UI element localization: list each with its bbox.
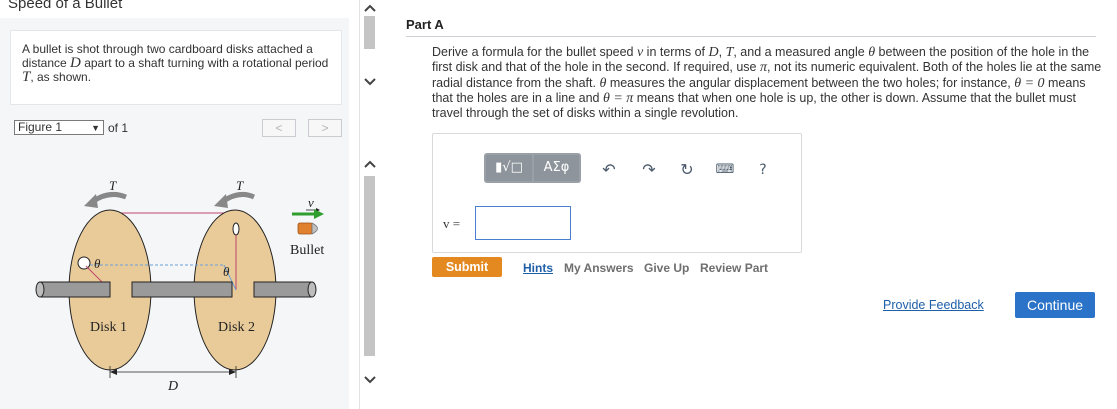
intro-box: A bullet is shot through two cardboard d…	[10, 30, 342, 105]
scroll-down-arrow-icon-2[interactable]	[363, 372, 377, 386]
scroll-thumb-top[interactable]	[364, 16, 375, 49]
title-bar: Speed of a Bullet	[0, 0, 349, 18]
intro-var-d: D	[70, 55, 81, 71]
greek-button[interactable]: ΑΣφ	[534, 155, 579, 181]
scroll-down-arrow-icon[interactable]	[363, 74, 377, 88]
scroll-up-arrow-icon-2[interactable]	[363, 158, 377, 172]
help-button[interactable]: ?	[753, 160, 773, 180]
rotation-arrowhead-right	[214, 194, 228, 208]
answer-box: ▮√□ ΑΣφ ↶ ↷ ↻ ⌨ ? v =	[432, 133, 802, 253]
templates-button[interactable]: ▮√□	[486, 155, 532, 181]
shaft-left-end	[35, 281, 45, 298]
answer-label: v =	[443, 216, 461, 231]
period-label-right: T	[236, 178, 244, 193]
submit-button[interactable]: Submit	[432, 257, 502, 277]
q-var-d: D	[708, 45, 719, 60]
hole-disk-2	[232, 222, 240, 236]
bullet-tip	[311, 222, 318, 235]
figure-prev-button[interactable]: <	[262, 119, 296, 137]
provide-feedback-link[interactable]: Provide Feedback	[883, 298, 984, 312]
intro-text-3: , as shown.	[30, 70, 92, 84]
period-label-left: T	[109, 178, 117, 193]
scrollbar[interactable]	[359, 0, 379, 409]
chevron-down-icon: ▼	[91, 123, 100, 133]
hole-disk-1	[77, 256, 91, 270]
bullet-label: Bullet	[290, 243, 324, 258]
give-up-link[interactable]: Give Up	[644, 261, 689, 275]
scroll-thumb-bottom[interactable]	[364, 176, 375, 356]
figure-count: of 1	[108, 121, 129, 135]
figure-next-button[interactable]: >	[308, 119, 342, 137]
q-text: ,	[718, 45, 726, 59]
my-answers-link[interactable]: My Answers	[564, 261, 634, 275]
keyboard-icon[interactable]: ⌨	[715, 160, 735, 180]
velocity-label: v	[308, 195, 314, 210]
theta-label-left: θ	[94, 256, 101, 271]
shaft-right	[253, 281, 313, 298]
divider	[406, 36, 1096, 37]
problem-pane: Speed of a Bullet A bullet is shot throu…	[0, 0, 349, 409]
distance-label: D	[167, 379, 178, 394]
figure-select[interactable]: Figure 1 ▼	[14, 120, 104, 135]
shaft-left	[39, 281, 111, 298]
figure-select-value: Figure 1	[18, 120, 63, 134]
q-eq-2: θ = π	[602, 90, 634, 106]
scroll-up-arrow-icon[interactable]	[363, 2, 377, 16]
hints-link[interactable]: Hints	[523, 261, 553, 275]
q-eq-1: θ = 0	[1014, 75, 1045, 91]
q-text: measures the angular displacement betwee…	[606, 75, 1015, 90]
figure-toolbar: Figure 1 ▼ of 1 < >	[14, 118, 344, 140]
intro-text-2: apart to a shaft turning with a rotation…	[80, 56, 329, 70]
reset-icon[interactable]: ↻	[677, 160, 697, 180]
continue-button[interactable]: Continue	[1015, 292, 1095, 318]
redo-icon[interactable]: ↷	[639, 160, 659, 180]
shaft-middle	[131, 281, 233, 298]
q-text: in terms of	[643, 45, 709, 59]
disk-2-label: Disk 2	[218, 320, 255, 335]
shaft-right-end	[307, 281, 317, 298]
q-text: Derive a formula for the bullet speed	[432, 45, 637, 59]
figure-image: T T θ θ v Bullet Disk 1 Disk 2 D	[35, 178, 324, 394]
undo-icon[interactable]: ↶	[599, 160, 619, 180]
rotation-arrow-left-icon	[90, 191, 127, 205]
q-var-pi: π	[759, 60, 767, 76]
question-text: Derive a formula for the bullet speed v …	[432, 45, 1102, 120]
part-title: Part A	[406, 17, 444, 32]
rotation-arrowhead-left	[84, 194, 98, 208]
disk-1-label: Disk 1	[90, 320, 127, 335]
math-toolbar-group: ▮√□ ΑΣφ	[484, 153, 581, 183]
bullet-icon	[297, 222, 313, 235]
theta-label-right: θ	[223, 264, 230, 279]
q-text: , and a measured angle	[733, 45, 869, 59]
problem-title: Speed of a Bullet	[8, 0, 123, 12]
answer-input[interactable]	[475, 206, 571, 240]
intro-text: A bullet is shot through two cardboard d…	[22, 42, 334, 85]
review-part-link[interactable]: Review Part	[700, 261, 768, 275]
